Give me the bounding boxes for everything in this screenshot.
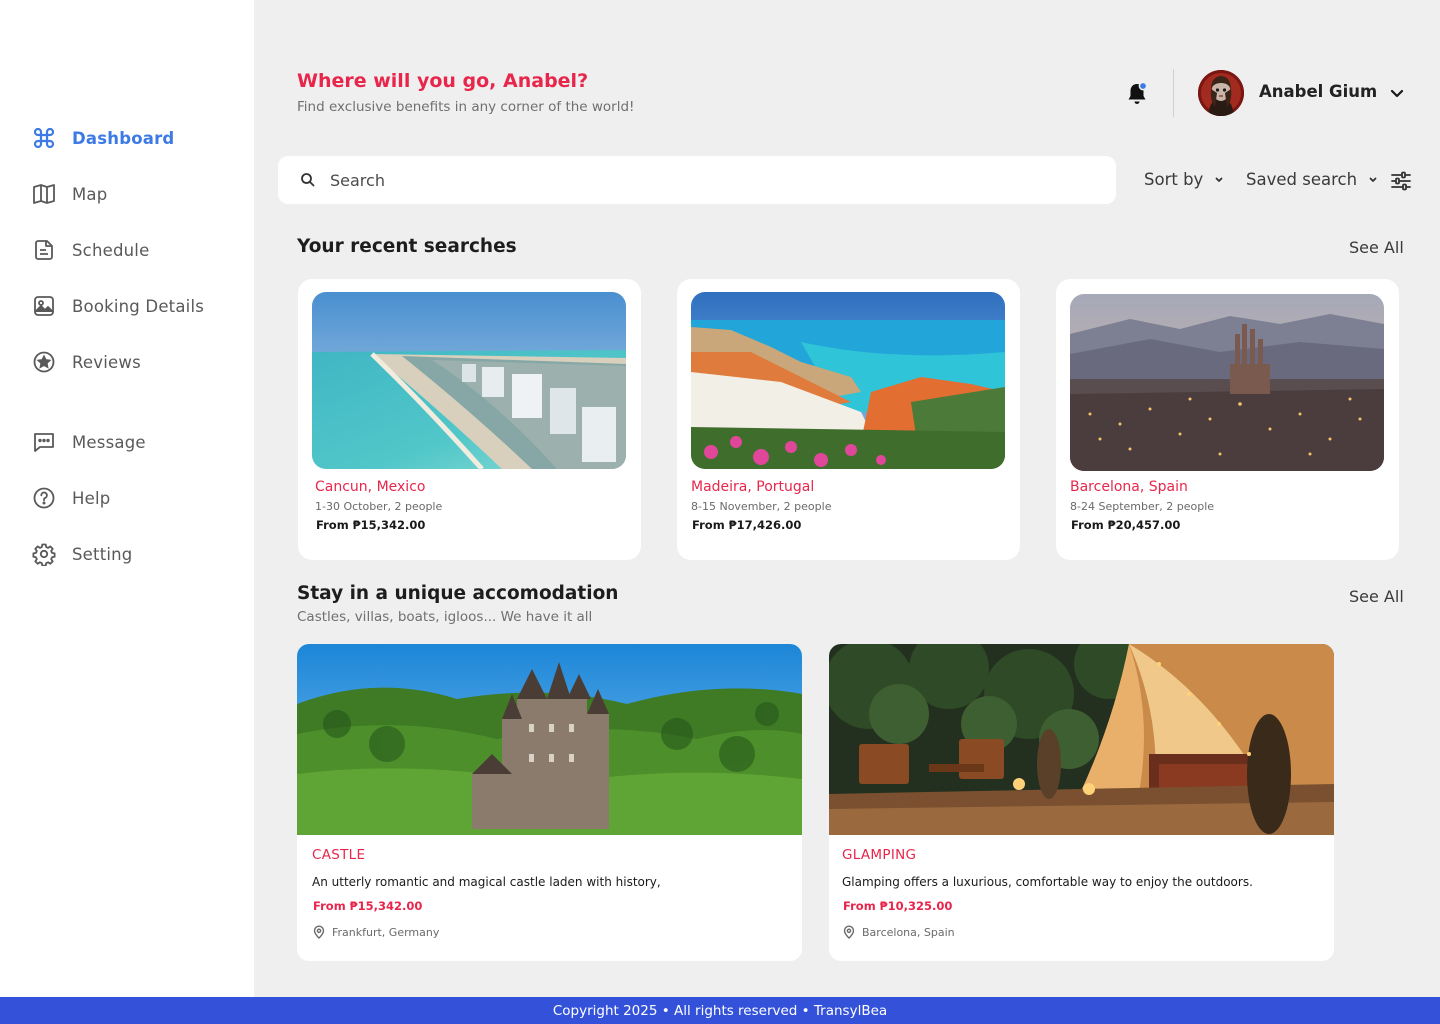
accommodation-location: Frankfurt, Germany <box>312 925 439 939</box>
accommodation-description: Glamping offers a luxurious, comfortable… <box>842 875 1253 889</box>
sidebar-item-setting[interactable]: Setting <box>32 540 132 568</box>
accommodation-location-label: Barcelona, Spain <box>862 925 955 939</box>
recent-dates: 8-15 November, 2 people <box>691 500 832 513</box>
castle-image <box>297 644 802 835</box>
page-title: Where will you go, Anabel? <box>297 70 589 92</box>
accommodation-location: Barcelona, Spain <box>842 925 955 939</box>
saved-search-label: Saved search <box>1246 170 1358 189</box>
sort-by-dropdown[interactable]: Sort by <box>1144 170 1225 189</box>
saved-search-dropdown[interactable]: Saved search <box>1246 170 1379 189</box>
recent-place: Madeira, Portugal <box>691 479 815 495</box>
sidebar: Dashboard Map Schedule Booking Details R… <box>0 0 254 997</box>
barcelona-image <box>1070 294 1384 471</box>
sidebar-item-label: Message <box>72 432 146 452</box>
recent-dates: 1-30 October, 2 people <box>315 500 443 513</box>
message-icon <box>32 430 56 454</box>
accommodation-price: From ₱10,325.00 <box>843 899 953 913</box>
image-icon <box>32 294 56 318</box>
unique-accommodation-title: Stay in a unique accomodation <box>297 583 619 604</box>
footer-copyright: Copyright 2025 • All rights reserved • T… <box>552 1002 888 1019</box>
gear-icon <box>32 542 56 566</box>
recent-place: Barcelona, Spain <box>1070 479 1188 495</box>
sidebar-item-label: Map <box>72 184 108 204</box>
filter-sliders-icon[interactable] <box>1390 170 1412 192</box>
footer: Copyright 2025 • All rights reserved • T… <box>0 997 1440 1024</box>
sidebar-item-label: Help <box>72 488 111 508</box>
madeira-image <box>691 292 1005 469</box>
accommodation-price: From ₱15,342.00 <box>313 899 423 913</box>
search-icon <box>300 172 316 188</box>
map-icon <box>32 182 56 206</box>
sidebar-item-label: Booking Details <box>72 296 205 316</box>
accommodation-card[interactable]: GLAMPING Glamping offers a luxurious, co… <box>829 644 1334 961</box>
accommodation-card[interactable]: CASTLE An utterly romantic and magical c… <box>297 644 802 961</box>
sidebar-item-reviews[interactable]: Reviews <box>32 348 141 376</box>
sidebar-item-map[interactable]: Map <box>32 180 107 208</box>
accommodation-location-label: Frankfurt, Germany <box>332 925 440 939</box>
cancun-image <box>312 292 626 469</box>
search-bar[interactable] <box>278 156 1116 204</box>
recent-price: From ₱17,426.00 <box>692 518 802 532</box>
accommodation-category: CASTLE <box>312 847 366 863</box>
command-icon <box>32 126 56 150</box>
chevron-down-icon <box>1215 177 1223 182</box>
help-icon <box>32 486 56 510</box>
unique-see-all-link[interactable]: See All <box>1349 587 1404 606</box>
search-input[interactable] <box>330 168 1090 192</box>
accommodation-category: GLAMPING <box>842 847 917 863</box>
accommodation-description: An utterly romantic and magical castle l… <box>312 875 661 889</box>
avatar[interactable] <box>1198 70 1244 116</box>
page-subtitle: Find exclusive benefits in any corner of… <box>297 99 635 115</box>
recent-dates: 8-24 September, 2 people <box>1070 500 1215 513</box>
sidebar-item-label: Reviews <box>72 352 141 372</box>
sidebar-item-help[interactable]: Help <box>32 484 110 512</box>
user-name[interactable]: Anabel Gium <box>1259 82 1377 101</box>
location-pin-icon <box>843 925 855 939</box>
sidebar-item-label: Schedule <box>72 240 150 260</box>
recent-search-card[interactable]: Madeira, Portugal 8-15 November, 2 peopl… <box>677 279 1020 560</box>
glamping-image <box>829 644 1334 835</box>
recent-place: Cancun, Mexico <box>315 479 426 495</box>
header-divider <box>1173 69 1174 117</box>
sort-by-label: Sort by <box>1144 170 1204 189</box>
chevron-down-icon[interactable] <box>1388 84 1406 102</box>
recent-see-all-link[interactable]: See All <box>1349 238 1404 257</box>
bell-icon[interactable] <box>1124 80 1150 108</box>
sidebar-item-dashboard[interactable]: Dashboard <box>32 124 174 152</box>
location-pin-icon <box>313 925 325 939</box>
recent-searches-title: Your recent searches <box>297 236 517 257</box>
unique-accommodation-subtitle: Castles, villas, boats, igloos... We hav… <box>297 609 593 625</box>
sidebar-item-label: Dashboard <box>72 128 175 148</box>
chevron-down-icon <box>1369 177 1377 182</box>
star-icon <box>32 350 56 374</box>
document-icon <box>32 238 56 262</box>
recent-price: From ₱15,342.00 <box>316 518 426 532</box>
recent-search-card[interactable]: Barcelona, Spain 8-24 September, 2 peopl… <box>1056 279 1399 560</box>
sidebar-item-label: Setting <box>72 544 133 564</box>
sidebar-item-message[interactable]: Message <box>32 428 146 456</box>
recent-search-card[interactable]: Cancun, Mexico 1-30 October, 2 people Fr… <box>298 279 641 560</box>
sidebar-item-booking-details[interactable]: Booking Details <box>32 292 204 320</box>
sidebar-item-schedule[interactable]: Schedule <box>32 236 149 264</box>
recent-price: From ₱20,457.00 <box>1071 518 1181 532</box>
